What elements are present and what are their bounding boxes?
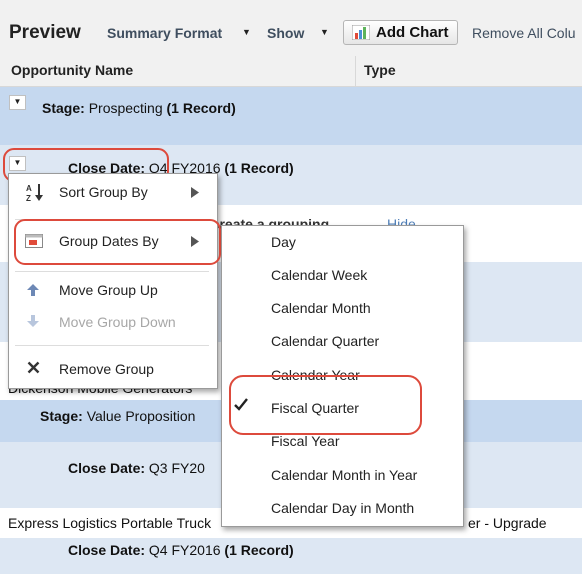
svg-text:Z: Z — [26, 194, 31, 202]
toolbar: Preview Summary Format ▼ Show ▼ Add Char… — [0, 0, 582, 56]
date-option-calendar-week[interactable]: Calendar Week — [271, 267, 367, 283]
group-field: Close Date: — [68, 460, 146, 476]
group-label: Close Date: Q4 FY2016 (1 Record) — [68, 542, 294, 558]
opportunity-type: er - Upgrade — [468, 515, 547, 531]
group-value: Q4 FY2016 — [148, 542, 221, 558]
highlight-annotation — [229, 375, 422, 435]
group-value: Prospecting — [88, 100, 163, 116]
date-option-calendar-day-in-month[interactable]: Calendar Day in Month — [271, 500, 414, 516]
svg-text:A: A — [26, 184, 32, 193]
group-count: (1 Record) — [224, 542, 294, 558]
add-chart-button[interactable]: Add Chart — [343, 20, 458, 45]
group-label: Stage: Value Proposition — [40, 408, 195, 424]
menu-item-label: Move Group Up — [59, 282, 158, 298]
chevron-down-icon[interactable]: ▼ — [320, 27, 329, 37]
menu-divider — [15, 345, 209, 346]
column-header: Opportunity Name Type — [0, 56, 582, 87]
group-count: (1 Record) — [166, 100, 236, 116]
arrow-up-icon — [27, 284, 39, 296]
date-option-calendar-month[interactable]: Calendar Month — [271, 300, 371, 316]
date-option-fiscal-year[interactable]: Fiscal Year — [271, 433, 339, 449]
group-field: Stage: — [42, 100, 85, 116]
menu-item-move-group-down: Move Group Down — [15, 310, 210, 336]
group-count: (1 Record) — [224, 160, 294, 176]
page-title: Preview — [9, 22, 81, 43]
arrow-down-icon — [27, 315, 39, 327]
group-field: Stage: — [40, 408, 83, 424]
date-option-day[interactable]: Day — [271, 234, 296, 250]
column-divider — [355, 56, 356, 86]
menu-item-sort-group-by[interactable]: A Z Sort Group By — [15, 180, 210, 206]
menu-item-label: Move Group Down — [59, 314, 176, 330]
remove-all-columns-link[interactable]: Remove All Colu — [472, 25, 576, 41]
group-row-close-date: Close Date: Q4 FY2016 (1 Record) — [0, 538, 582, 574]
group-label: Close Date: Q3 FY20 — [68, 460, 205, 476]
opportunity-name[interactable]: Express Logistics Portable Truck — [8, 515, 211, 531]
column-type[interactable]: Type — [364, 62, 396, 78]
chevron-right-icon — [191, 187, 199, 198]
group-value: Value Proposition — [86, 408, 196, 424]
menu-item-remove-group[interactable]: Remove Group — [15, 357, 210, 383]
group-row-stage: ▼ Stage: Prospecting (1 Record) — [0, 87, 582, 145]
expand-toggle-icon[interactable]: ▼ — [9, 95, 26, 110]
group-field: Close Date: — [68, 542, 146, 558]
chevron-down-icon[interactable]: ▼ — [242, 27, 251, 37]
column-opportunity-name[interactable]: Opportunity Name — [11, 62, 133, 78]
close-icon — [27, 361, 40, 374]
menu-divider — [15, 271, 209, 272]
menu-item-label: Remove Group — [59, 361, 154, 377]
date-option-calendar-quarter[interactable]: Calendar Quarter — [271, 333, 379, 349]
date-option-calendar-month-in-year[interactable]: Calendar Month in Year — [271, 467, 417, 483]
group-options-menu: A Z Sort Group By Group Dates By Move Gr… — [8, 173, 218, 389]
show-menu[interactable]: Show — [267, 25, 304, 41]
highlight-annotation — [14, 219, 221, 265]
menu-item-label: Sort Group By — [59, 184, 148, 200]
summary-format-menu[interactable]: Summary Format — [107, 25, 222, 41]
chart-icon — [352, 25, 370, 40]
menu-item-move-group-up[interactable]: Move Group Up — [15, 278, 210, 304]
group-value: Q3 FY20 — [148, 460, 205, 476]
group-label: Stage: Prospecting (1 Record) — [42, 100, 236, 116]
add-chart-label: Add Chart — [376, 24, 449, 41]
sort-az-icon: A Z — [25, 182, 45, 202]
